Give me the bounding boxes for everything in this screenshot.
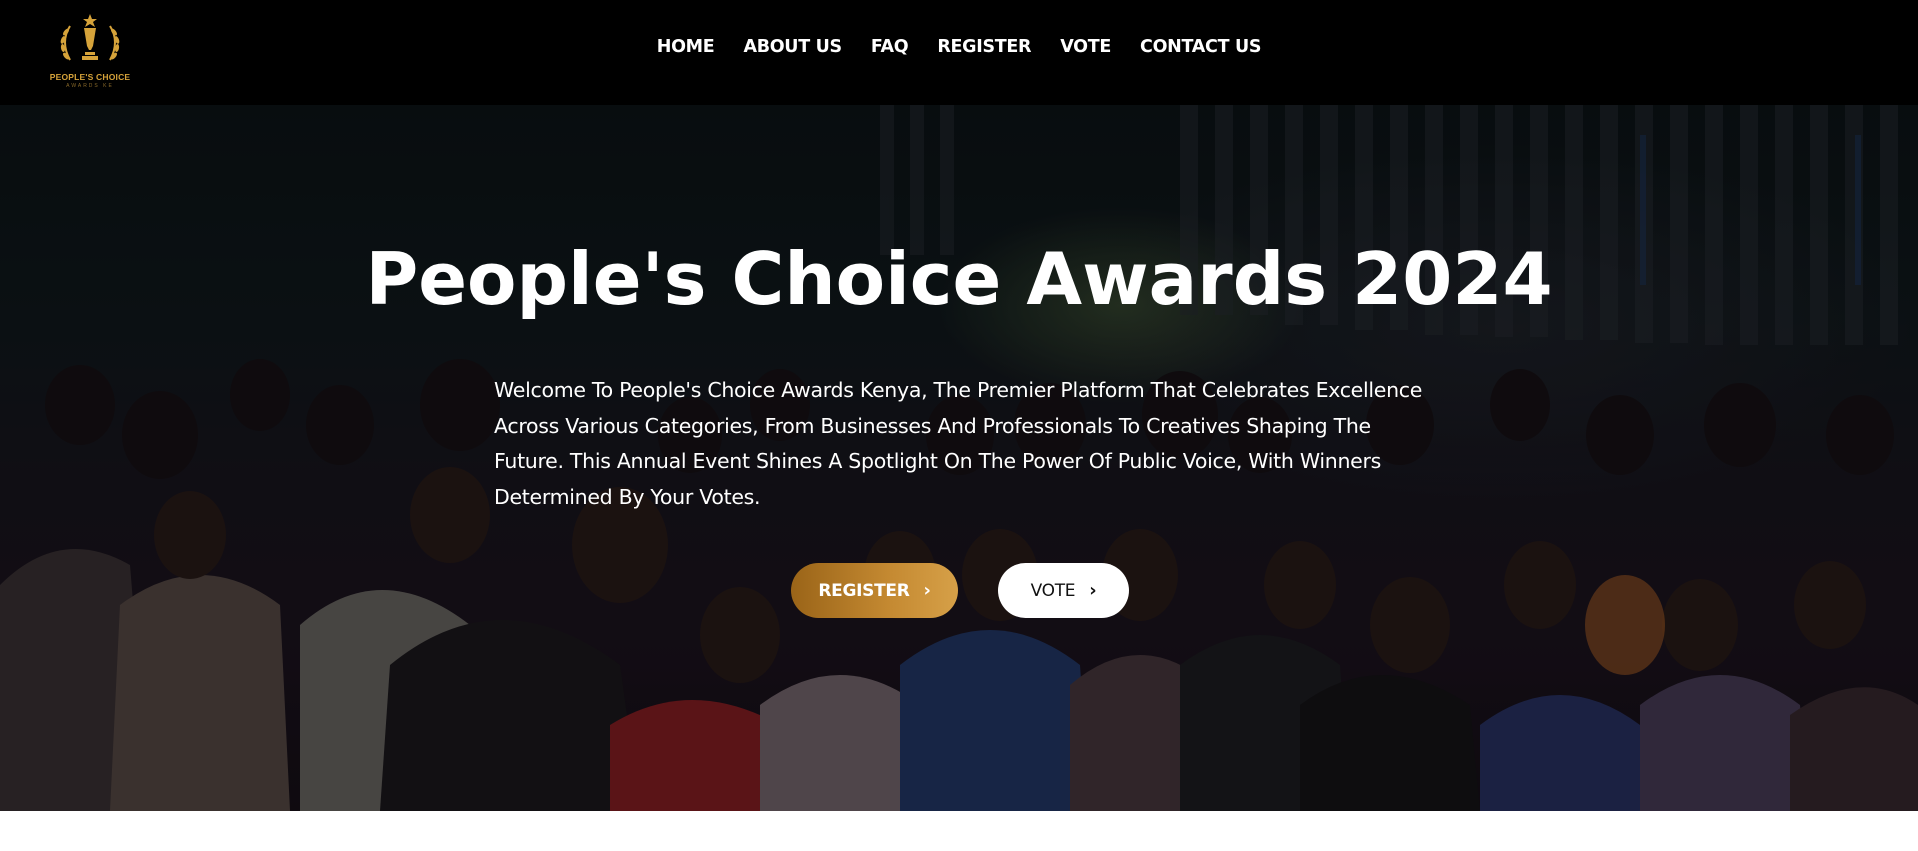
nav-home[interactable]: HOME: [642, 37, 729, 57]
page-below-hero: [0, 811, 1918, 851]
nav-about-us[interactable]: ABOUT US: [729, 37, 856, 57]
hero-section: People's Choice Awards 2024 Welcome To P…: [0, 105, 1918, 811]
main-nav: HOME ABOUT US FAQ REGISTER VOTE CONTACT …: [0, 37, 1918, 57]
nav-vote[interactable]: VOTE: [1046, 37, 1126, 57]
nav-contact-us[interactable]: CONTACT US: [1126, 37, 1276, 57]
register-button-label: REGISTER: [818, 580, 910, 601]
chevron-right-icon: ›: [923, 580, 931, 601]
logo-subtext: AWARDS KE: [66, 83, 114, 89]
hero-description: Welcome To People's Choice Awards Kenya,…: [494, 378, 1423, 509]
register-button[interactable]: REGISTER ›: [791, 563, 958, 618]
hero-title: People's Choice Awards 2024: [365, 237, 1553, 321]
nav-faq[interactable]: FAQ: [856, 37, 922, 57]
top-navbar: PEOPLE'S CHOICE AWARDS KE HOME ABOUT US …: [0, 0, 1918, 105]
chevron-right-icon: ›: [1089, 580, 1097, 601]
logo-text: PEOPLE'S CHOICE: [49, 72, 131, 82]
vote-button-label: VOTE: [1030, 580, 1076, 601]
nav-register[interactable]: REGISTER: [923, 37, 1046, 57]
vote-button[interactable]: VOTE ›: [998, 563, 1129, 618]
